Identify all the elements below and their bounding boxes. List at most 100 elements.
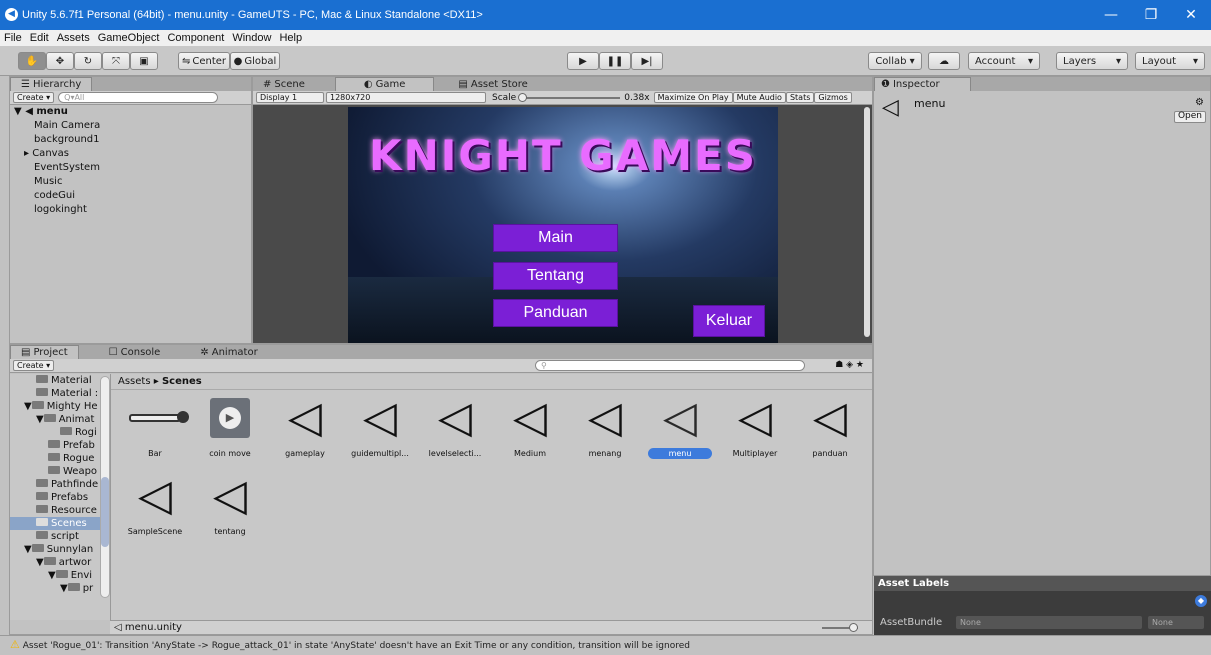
folder-item[interactable]: Pathfinde [10,478,110,491]
move-tool-icon[interactable]: ✥ [46,52,74,70]
scale-slider[interactable] [518,92,621,102]
mute-audio-toggle[interactable]: Mute Audio [732,92,786,103]
folder-item[interactable]: ▼ Sunnylan [10,543,110,556]
maximize-on-play-toggle[interactable]: Maximize On Play [653,92,733,103]
tab-console[interactable]: ☐ Console [99,345,171,359]
asset-tile[interactable]: ◁ Medium [494,394,566,459]
hierarchy-item[interactable]: background1 [10,133,251,147]
tab-game[interactable]: ◐ Game [334,77,435,91]
display-dropdown[interactable]: Display 1 [256,92,324,103]
tab-inspector[interactable]: ❶ Inspector [874,77,971,91]
asset-tile[interactable]: ▶ coin move [194,394,266,459]
minimize-button[interactable]: — [1091,0,1131,30]
scale-tool-icon[interactable]: ⤧ [102,52,130,70]
folder-item[interactable]: script [10,530,110,543]
menu-window[interactable]: Window [228,32,275,44]
tentang-button[interactable]: Tentang [493,262,618,290]
tab-animator[interactable]: ✲ Animator [190,345,267,359]
folder-tree-scrollbar[interactable] [100,376,110,598]
hierarchy-create-button[interactable]: Create ▾ [13,92,55,103]
folder-item[interactable]: Prefab [10,439,110,452]
hierarchy-item[interactable]: ▸ Canvas [10,147,251,161]
project-create-button[interactable]: Create ▾ [13,360,55,371]
hierarchy-item[interactable]: Music [10,175,251,189]
hierarchy-item[interactable]: EventSystem [10,161,251,175]
play-button[interactable]: ▶ [567,52,599,70]
scale-slider-thumb[interactable] [518,92,528,102]
panduan-button[interactable]: Panduan [493,299,618,327]
asset-tile[interactable]: ◁ menang [569,394,641,459]
folder-item[interactable]: Material : [10,387,110,400]
collab-button[interactable]: Collab ▾ [868,52,922,70]
close-button[interactable]: ✕ [1171,0,1211,30]
tag-icon[interactable]: ◆ [1195,595,1207,607]
cloud-icon[interactable]: ☁ [928,52,960,70]
folder-item-selected[interactable]: Scenes [10,517,110,530]
status-message[interactable]: Asset 'Rogue_01': Transition 'AnyState -… [23,641,690,651]
asset-bundle-dropdown[interactable]: None [956,616,1142,629]
asset-tile[interactable]: ◁ SampleScene [119,472,191,537]
scene-root-row[interactable]: ▼ ◀ menu [10,105,251,119]
folder-item[interactable]: Rogue [10,452,110,465]
asset-tile[interactable]: ◁ guidemultipl... [344,394,416,459]
folder-item[interactable]: Material [10,374,110,387]
resolution-dropdown[interactable]: 1280x720 [326,92,486,103]
rotate-tool-icon[interactable]: ↻ [74,52,102,70]
gizmos-dropdown[interactable]: Gizmos [814,92,852,103]
asset-tile[interactable]: ◁ levelselecti... [419,394,491,459]
account-dropdown[interactable]: Account ▾ [968,52,1040,70]
project-search-input[interactable]: ⚲ [535,360,805,371]
icon-size-slider-thumb[interactable] [849,623,858,632]
icon-size-slider[interactable] [822,623,858,632]
hierarchy-search-input[interactable]: Q▾All [58,92,219,103]
tab-asset-store[interactable]: ▤ Asset Store [448,77,537,91]
main-button[interactable]: Main [493,224,618,252]
layers-dropdown[interactable]: Layers ▾ [1056,52,1128,70]
menu-edit[interactable]: Edit [26,32,53,44]
tab-hierarchy[interactable]: ☰ Hierarchy [10,77,93,91]
tab-scene[interactable]: # Scene [253,77,315,91]
asset-tile[interactable]: ◁ panduan [794,394,866,459]
menu-help[interactable]: Help [275,32,306,44]
restore-button[interactable]: ❐ [1131,0,1171,30]
folder-item[interactable]: Resource [10,504,110,517]
folder-item[interactable]: ▼ Mighty He [10,400,110,413]
menu-file[interactable]: File [0,32,26,44]
gear-icon[interactable]: ⚙ [1195,97,1204,108]
asset-tile[interactable]: Bar [119,394,191,459]
menu-component[interactable]: Component [163,32,228,44]
pause-button[interactable]: ❚❚ [599,52,631,70]
hierarchy-item[interactable]: codeGui [10,189,251,203]
hierarchy-item[interactable]: logokinght [10,203,251,217]
folder-item[interactable]: ▼ artwor [10,556,110,569]
game-scrollbar[interactable] [864,107,870,337]
asset-tile[interactable]: ◁ tentang [194,472,266,537]
folder-tree-scroll-thumb[interactable] [101,477,109,547]
asset-tile[interactable]: ◁ menu [644,394,716,459]
folder-item[interactable]: ▼ Envi [10,569,110,582]
rect-tool-icon[interactable]: ▣ [130,52,158,70]
menu-gameobject[interactable]: GameObject [94,32,164,44]
step-button[interactable]: ▶| [631,52,663,70]
hand-tool-icon[interactable]: ✋ [18,52,46,70]
folder-item[interactable]: ▼ pr [10,582,110,595]
hierarchy-item[interactable]: Main Camera [10,119,251,133]
folder-item[interactable]: Rogi [10,426,110,439]
asset-tile[interactable]: ◁ Multiplayer [719,394,791,459]
folder-item[interactable]: Weapo [10,465,110,478]
keluar-button[interactable]: Keluar [693,305,765,337]
breadcrumb-current[interactable]: Scenes [162,376,202,387]
tab-project[interactable]: ▤ Project [10,345,79,359]
pivot-center-button[interactable]: ⇋ Center [178,52,230,70]
open-button[interactable]: Open [1173,111,1206,123]
pivot-global-button[interactable]: ● Global [230,52,280,70]
asset-tile[interactable]: ◁ gameplay [269,394,341,459]
folder-item[interactable]: Prefabs [10,491,110,504]
asset-variant-dropdown[interactable]: None [1148,616,1204,629]
folder-item[interactable]: ▼ Animat [10,413,110,426]
stats-toggle[interactable]: Stats [785,92,815,103]
breadcrumb-root[interactable]: Assets [118,376,151,387]
filter-icons[interactable]: ☗ ◈ ★ [835,360,864,370]
layout-dropdown[interactable]: Layout ▾ [1135,52,1205,70]
menu-assets[interactable]: Assets [53,32,94,44]
